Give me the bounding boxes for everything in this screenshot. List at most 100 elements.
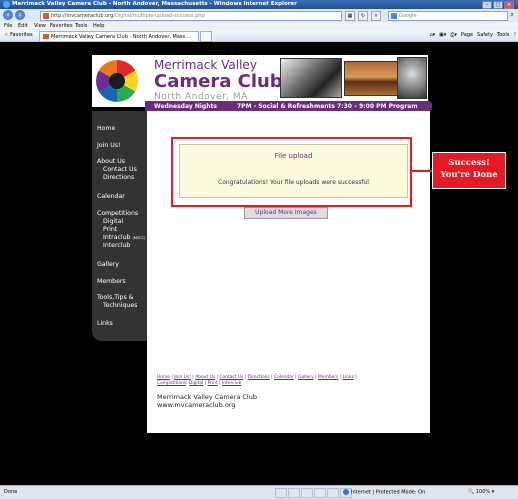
globe-icon <box>343 489 349 495</box>
menu-file[interactable]: File <box>4 23 12 29</box>
meeting-banner: Wednesday Nights 7PM - Social & Refreshm… <box>145 101 432 111</box>
footer-link-join[interactable]: Join Us! <box>174 375 191 380</box>
callout-connector <box>411 170 432 172</box>
feeds-icon[interactable]: ▣▾ <box>439 32 446 38</box>
minimize-button[interactable]: – <box>482 1 492 9</box>
footer-link-home[interactable]: Home <box>157 375 170 380</box>
upload-more-button[interactable]: Upload More Images <box>244 207 328 219</box>
refresh-icon[interactable]: ↻ <box>358 11 368 21</box>
site-favicon-icon <box>43 13 49 19</box>
print-icon[interactable]: ⎙▾ <box>450 32 457 38</box>
callout-line1: Success! <box>448 158 490 168</box>
site-name-line2: Camera Club <box>154 71 283 92</box>
favorites-label: Favorites <box>10 32 33 38</box>
url-host: http://mvcameraclub.org <box>51 13 114 19</box>
footer-link-about[interactable]: About Us <box>195 375 215 380</box>
tab-favicon-icon <box>43 34 49 39</box>
nav-contact[interactable]: Contact Us <box>103 166 137 173</box>
new-tab-button[interactable] <box>200 31 212 42</box>
footer-link-calendar[interactable]: Calendar <box>274 375 294 380</box>
menu-help[interactable]: Help <box>93 23 104 29</box>
status-bar: Done Internet | Protected Mode: On 🔍 100… <box>0 485 518 499</box>
forward-icon[interactable]: › <box>15 10 25 20</box>
highlight-frame <box>171 137 412 207</box>
google-icon <box>391 13 397 19</box>
footer-club-site: www.mvcameraclub.org <box>157 401 236 409</box>
callout-line2: You're Done <box>440 170 498 180</box>
banner-social: 7PM - Social & Refreshments <box>237 103 335 110</box>
close-button[interactable]: × <box>504 1 514 9</box>
home-icon[interactable]: ⌂▾ <box>429 32 435 38</box>
nav-competitions[interactable]: Competitions <box>97 210 138 217</box>
site-header: Merrimack Valley Camera Club North Andov… <box>92 55 428 107</box>
star-icon: ★ <box>4 32 9 38</box>
page-menu[interactable]: Page <box>461 32 473 38</box>
menu-edit[interactable]: Edit <box>18 23 28 29</box>
search-input[interactable]: Google <box>388 11 508 21</box>
nav-directions[interactable]: Directions <box>103 174 134 181</box>
club-logo-icon[interactable] <box>96 60 138 102</box>
site-name-line1: Merrimack Valley <box>154 58 257 72</box>
menu-view[interactable]: View <box>34 23 46 29</box>
footer-link-interclub[interactable]: Interclub <box>222 381 241 386</box>
nav-digital[interactable]: Digital <box>103 218 123 225</box>
footer-link-competitions[interactable]: Competitions <box>157 381 186 386</box>
nav-gallery[interactable]: Gallery <box>97 261 119 268</box>
header-photo-portrait <box>397 57 427 99</box>
nav-intraclub[interactable]: Intraclub (MVCC) <box>103 234 146 242</box>
back-icon[interactable]: ‹ <box>3 10 13 20</box>
footer-club-name: Merrimack Valley Camera Club <box>157 393 257 401</box>
menu-favorites[interactable]: Favorites <box>50 23 73 29</box>
nav-links[interactable]: Links <box>97 320 113 327</box>
footer-link-directions[interactable]: Directions <box>248 375 270 380</box>
help-icon[interactable]: ? <box>513 32 516 38</box>
header-photo-car <box>280 58 342 98</box>
tab-title: Merrimack Valley Camera Club - North And… <box>51 34 190 40</box>
nav-calendar[interactable]: Calendar <box>97 193 125 200</box>
footer-club: Merrimack Valley Camera Club www.mvcamer… <box>157 393 257 409</box>
zoom-level: 100% <box>475 489 491 495</box>
status-segments <box>275 488 352 498</box>
banner-day: Wednesday Nights <box>154 103 217 110</box>
nav-print[interactable]: Print <box>103 226 117 233</box>
compat-icon[interactable]: ▦ <box>345 11 355 21</box>
footer-links: Home | Join Us! | About Us | Contact Us … <box>157 375 357 386</box>
footer-link-print[interactable]: Print <box>208 381 218 386</box>
maximize-button[interactable]: □ <box>493 1 503 9</box>
nav-intraclub-sub: (MVCC) <box>132 236 146 240</box>
tab-active[interactable]: Merrimack Valley Camera Club - North And… <box>39 31 199 41</box>
footer-link-gallery[interactable]: Gallery <box>298 375 314 380</box>
nav-interclub[interactable]: Interclub <box>103 242 130 249</box>
window-title: Merrimack Valley Camera Club - North And… <box>12 1 297 7</box>
header-photo-bridge <box>344 61 398 96</box>
footer-link-digital[interactable]: Digital <box>189 381 203 386</box>
nav-intraclub-label: Intraclub <box>103 234 131 241</box>
search-placeholder: Google <box>399 13 417 19</box>
safety-menu[interactable]: Safety <box>477 32 493 38</box>
footer-link-members[interactable]: Members <box>318 375 338 380</box>
footer-link-contact[interactable]: Contact Us <box>219 375 243 380</box>
nav-tools-line2[interactable]: Techniques <box>103 302 137 309</box>
nav-about[interactable]: About Us <box>97 158 125 165</box>
favorites-bar: ★ Favorites Merrimack Valley Camera Club… <box>0 30 518 42</box>
nav-home[interactable]: Home <box>97 125 115 132</box>
menu-tools[interactable]: Tools <box>75 23 87 29</box>
menu-bar: File Edit View Favorites Tools Help <box>0 22 518 30</box>
stop-icon[interactable]: × <box>371 11 381 21</box>
zone-label: Internet | Protected Mode: On <box>351 489 426 496</box>
banner-program: 7:30 – 9:00 PM Program <box>337 103 418 110</box>
address-toolbar: ‹ › http://mvcameraclub.org/Digital/mult… <box>0 9 518 22</box>
nav-tools[interactable]: Tools,Tips & <box>97 294 133 301</box>
address-input[interactable]: http://mvcameraclub.org/Digital/multiple… <box>40 11 342 21</box>
search-icon[interactable]: ⌕ <box>508 11 516 19</box>
favorites-button[interactable]: ★ Favorites <box>4 32 33 38</box>
footer-link-links[interactable]: Links <box>343 375 354 380</box>
tools-menu[interactable]: Tools <box>497 32 509 38</box>
nav-members[interactable]: Members <box>97 278 126 285</box>
nav-join[interactable]: Join Us! <box>97 142 120 149</box>
ie-icon <box>3 1 10 8</box>
status-text: Done <box>4 489 18 495</box>
zoom-control[interactable]: 🔍 100% ▾ <box>468 489 494 495</box>
security-zone[interactable]: Internet | Protected Mode: On <box>343 489 425 496</box>
url-path: /Digital/multiple-upload-success.php <box>113 13 205 19</box>
